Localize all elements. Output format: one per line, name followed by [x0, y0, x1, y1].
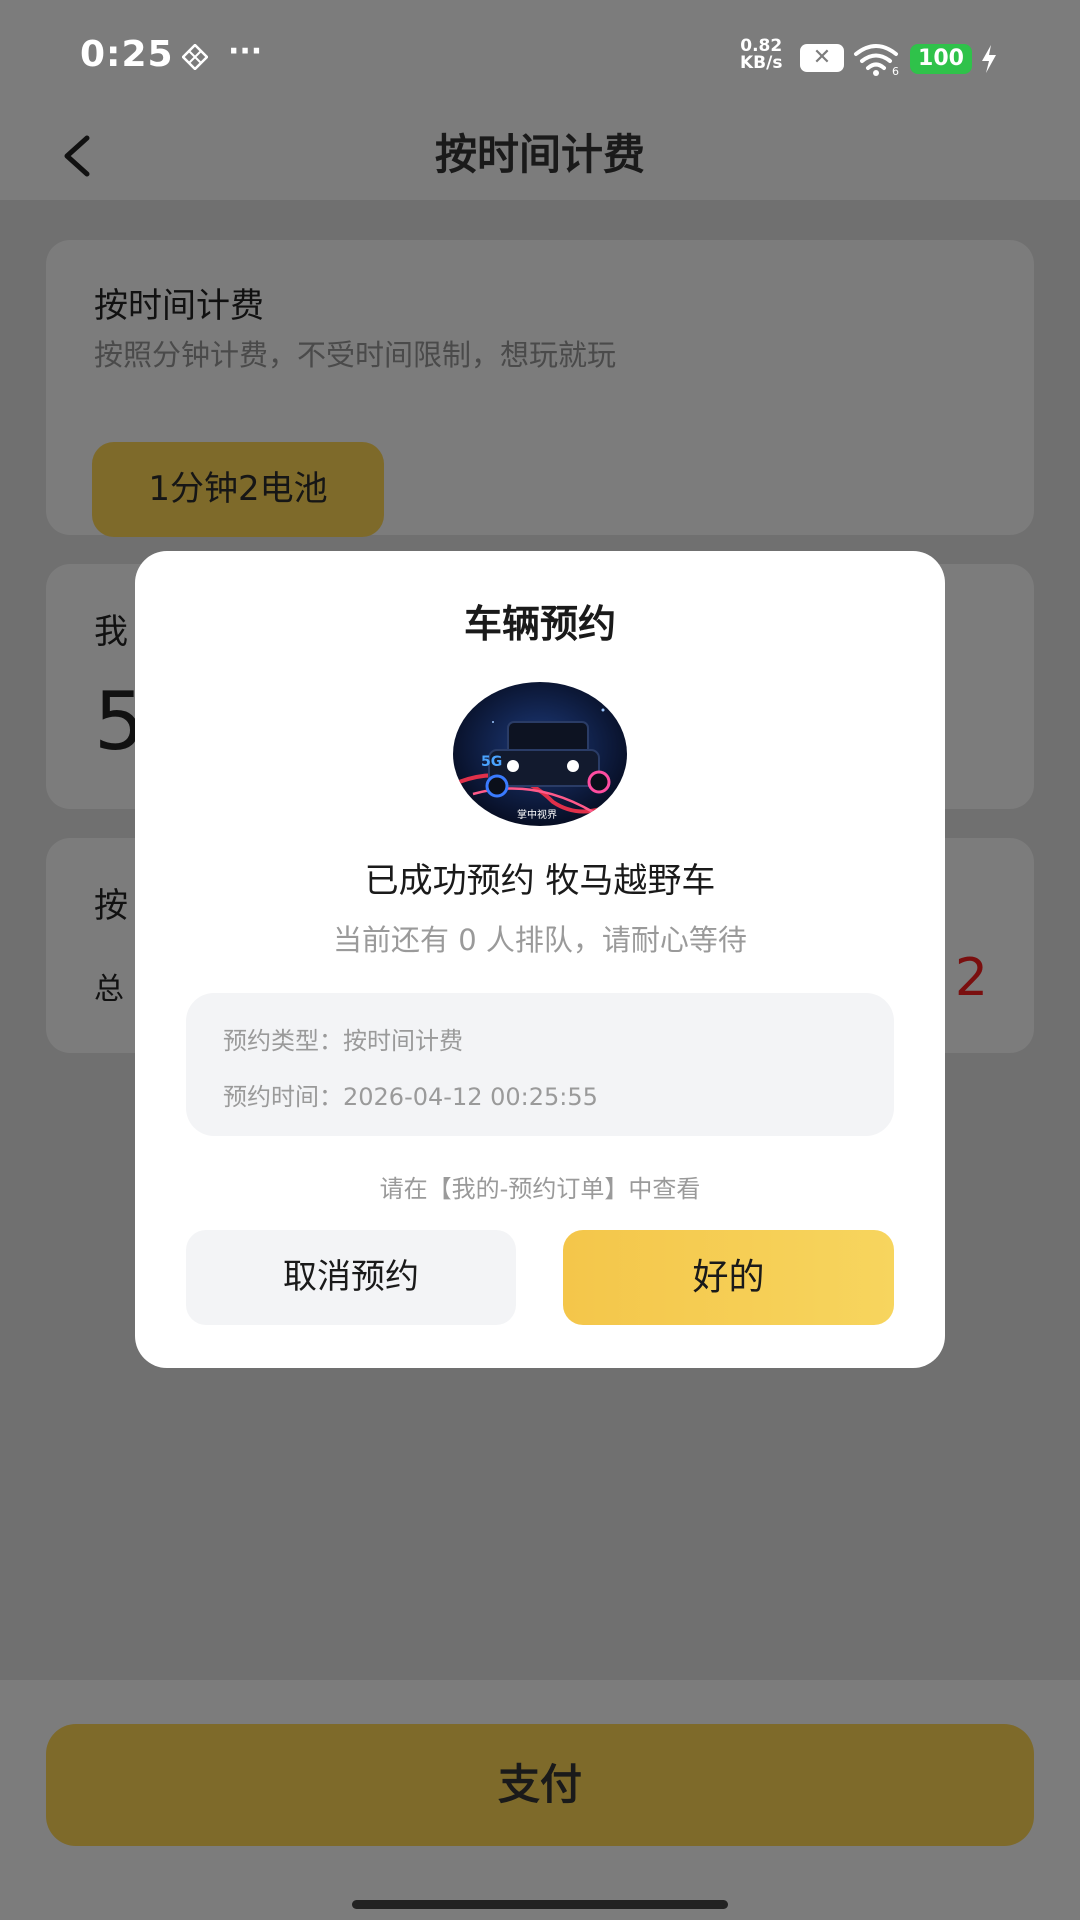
queue-status-text: 当前还有 0 人排队，请耐心等待 — [333, 923, 747, 957]
reservation-dialog: 车辆预约 5G 掌中视界 已成功预约 牧马越野车 当前还有 0 人排队，请耐心等… — [135, 551, 945, 1368]
reservation-type-value: 按时间计费 — [343, 1027, 463, 1055]
more-dots-icon: ··· — [228, 34, 263, 69]
status-time: 0:25 — [80, 34, 174, 75]
reservation-type-label: 预约类型： — [223, 1027, 343, 1055]
diamond-grid-icon — [182, 44, 208, 70]
wifi-icon: 6 — [854, 44, 899, 76]
reservation-type-row: 预约类型：按时间计费 — [223, 1021, 463, 1056]
reservation-info-box: 预约类型：按时间计费 预约时间：2026-04-12 00:25:55 — [186, 993, 894, 1136]
pay-button[interactable]: 支付 — [46, 1724, 1034, 1846]
reservation-time-label: 预约时间： — [223, 1083, 343, 1111]
dialog-title: 车辆预约 — [463, 602, 616, 646]
reservation-time-value: 2026-04-12 00:25:55 — [343, 1083, 598, 1111]
vehicle-avatar: 5G 掌中视界 — [453, 682, 627, 826]
billing-plan-card: 按时间计费 按照分钟计费，不受时间限制，想玩就玩 1分钟2电池 — [46, 240, 1034, 537]
close-badge-icon: ✕ — [800, 44, 844, 72]
orders-hint-text: 请在【我的-预约订单】中查看 — [379, 1175, 701, 1203]
reservation-time-row: 预约时间：2026-04-12 00:25:55 — [223, 1077, 598, 1112]
charging-bolt-icon — [982, 45, 996, 73]
price-option-chip[interactable]: 1分钟2电池 — [92, 442, 384, 537]
avatar-caption-text: 掌中视界 — [517, 808, 557, 821]
cancel-reservation-button[interactable]: 取消预约 — [186, 1230, 516, 1325]
total-card-label: 按 — [94, 886, 128, 926]
network-speed: 0.82 KB/s — [740, 38, 782, 72]
wifi-label: 6 — [892, 65, 899, 76]
plan-description: 按照分钟计费，不受时间限制，想玩就玩 — [94, 338, 617, 372]
balance-label: 我 — [94, 612, 128, 652]
total-amount: 2 — [954, 948, 988, 1008]
plan-title: 按时间计费 — [94, 286, 264, 326]
nav-bar: 按时间计费 — [0, 110, 1080, 200]
avatar-badge-text: 5G — [481, 754, 502, 770]
home-indicator[interactable] — [352, 1900, 728, 1909]
network-speed-unit: KB/s — [740, 53, 783, 73]
bottom-bar: 支付 — [0, 1684, 1080, 1920]
page-title: 按时间计费 — [434, 130, 645, 179]
total-label: 总 — [94, 972, 124, 1007]
ok-button[interactable]: 好的 — [563, 1230, 894, 1325]
screen: 0:25 ··· 0.82 KB/s ✕ 6 100 按时间计费 按时间计费 按… — [0, 0, 1080, 1920]
status-bar: 0:25 ··· 0.82 KB/s ✕ 6 100 — [0, 0, 1080, 110]
reservation-success-text: 已成功预约 牧马越野车 — [364, 861, 716, 901]
battery-icon: 100 — [910, 44, 972, 74]
